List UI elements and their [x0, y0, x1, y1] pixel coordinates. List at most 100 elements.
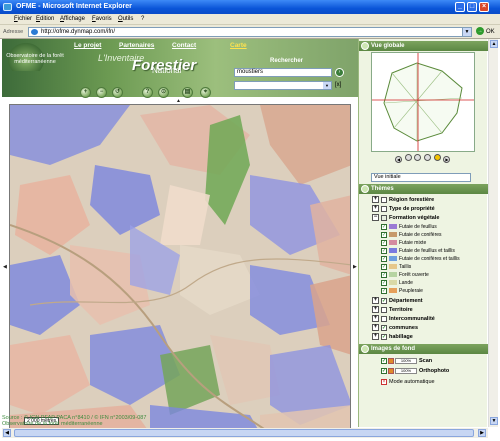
- print-icon[interactable]: ▤: [182, 87, 193, 98]
- search-result-select[interactable]: ▼: [234, 81, 332, 90]
- image-icon: [361, 345, 369, 353]
- formation-item[interactable]: ✓ Futaie de feuillus: [381, 223, 437, 231]
- formation-item[interactable]: ✓ Futaie mixte: [381, 239, 426, 247]
- scroll-down-icon[interactable]: ▼: [490, 417, 498, 425]
- opacity-scan[interactable]: 100%: [395, 357, 417, 364]
- close-button[interactable]: ×: [479, 2, 489, 12]
- swatch-8: [389, 288, 397, 294]
- formation-item[interactable]: ✓ Forêt ouverte: [381, 271, 429, 279]
- overview-map[interactable]: [371, 52, 475, 152]
- opacity-orthophoto[interactable]: 100%: [395, 367, 417, 374]
- nav-contact[interactable]: Contact: [172, 42, 196, 49]
- mode-auto-row[interactable]: × Mode automatique: [381, 378, 435, 386]
- overview-region-shape: [372, 53, 474, 151]
- map-canvas: [10, 105, 350, 431]
- swatch-0: [389, 224, 397, 230]
- nav-carte[interactable]: Carte: [230, 42, 247, 49]
- formation-item[interactable]: ✓ Lande: [381, 279, 413, 287]
- overview-nav: ◀ ▶: [395, 154, 451, 163]
- swatch-6: [389, 272, 397, 278]
- theme-departement[interactable]: + ✓ Département: [372, 297, 423, 305]
- scroll-right-icon[interactable]: ▶: [478, 429, 486, 437]
- search-label: Rechercher: [270, 58, 304, 64]
- theme-intercommunalite[interactable]: + Intercommunalité: [372, 315, 435, 323]
- close-x-icon: ×: [381, 378, 387, 385]
- menu-help[interactable]: ?: [141, 16, 144, 22]
- window-title: OFME - Microsoft Internet Explorer: [16, 3, 132, 10]
- address-dropdown-icon[interactable]: ▼: [462, 28, 471, 36]
- zoom-level-3-icon[interactable]: [424, 154, 432, 161]
- arrow-right-icon[interactable]: ▶: [443, 156, 451, 163]
- zoom-in-icon[interactable]: +: [80, 87, 91, 98]
- nav-le-projet[interactable]: Le projet: [74, 42, 101, 49]
- swatch-3: [389, 248, 397, 254]
- swatch-2: [389, 240, 397, 246]
- arrow-left-icon[interactable]: ◀: [395, 156, 402, 163]
- map-toolbar: + − ↺ ? ⊙ ▤ ⌖: [2, 87, 232, 100]
- theme-territoire[interactable]: + Territoire: [372, 306, 413, 314]
- globe-icon: [361, 42, 369, 50]
- themes-header: Thèmes: [359, 184, 488, 194]
- menu-fichier[interactable]: Fichier: [14, 16, 32, 22]
- horizontal-scrollbar[interactable]: ◀ ▶: [2, 428, 488, 438]
- vue-globale-header: Vue globale: [359, 41, 488, 51]
- swatch-4: [389, 256, 397, 262]
- swatch-5: [389, 264, 397, 270]
- go-button[interactable]: → OK: [476, 27, 498, 37]
- theme-communes[interactable]: + ✓ communes: [372, 324, 418, 332]
- scroll-thumb[interactable]: [14, 429, 474, 437]
- formation-item[interactable]: ✓ Futaie de feuillus et taillis: [381, 247, 455, 255]
- address-label: Adresse: [3, 29, 24, 35]
- scroll-up-icon[interactable]: ▲: [490, 40, 498, 48]
- vue-select[interactable]: Vue initiale: [371, 173, 471, 182]
- zoom-previous-icon[interactable]: ↺: [112, 87, 123, 98]
- menu-affichage[interactable]: Affichage: [60, 16, 85, 22]
- pan-west-arrow[interactable]: ◀: [3, 264, 7, 270]
- swatch-7: [389, 280, 397, 286]
- search-input[interactable]: moustiers: [234, 68, 332, 77]
- formation-item[interactable]: ✓ Peupleraie: [381, 287, 423, 295]
- vertical-scrollbar[interactable]: ▲ ▼: [488, 39, 498, 427]
- menu-outils[interactable]: Outils: [118, 16, 133, 22]
- scroll-left-icon[interactable]: ◀: [3, 429, 11, 437]
- maximize-button[interactable]: □: [467, 2, 477, 12]
- nav-partenaires[interactable]: Partenaires: [119, 42, 154, 49]
- map-view[interactable]: 2 000 mètres: [9, 104, 351, 432]
- search-clear-link[interactable]: [x]: [335, 82, 341, 88]
- address-field[interactable]: http://ofme.dynmap.com/ifn/ ▼: [28, 27, 472, 37]
- menu-bar: Fichier Edition Affichage Favoris Outils…: [0, 14, 500, 25]
- menu-favoris[interactable]: Favoris: [92, 16, 112, 22]
- theme-habillage[interactable]: + ✓ habillage: [372, 333, 413, 341]
- page-icon: [31, 29, 38, 35]
- address-url: http://ofme.dynmap.com/ifn/: [41, 29, 116, 35]
- search-go-icon[interactable]: ›: [335, 68, 344, 77]
- go-arrow-icon: →: [476, 27, 484, 36]
- map-source: Source : © IGN PFAP PACA n°8410 / © IFN …: [2, 415, 146, 427]
- address-bar: Adresse http://ofme.dynmap.com/ifn/ ▼ → O…: [0, 25, 500, 39]
- menu-edition[interactable]: Edition: [36, 16, 54, 22]
- formation-item[interactable]: ✓ Futaie de conifères et taillis: [381, 255, 460, 263]
- zoom-out-icon[interactable]: −: [96, 87, 107, 98]
- pan-east-arrow[interactable]: ▶: [353, 264, 357, 270]
- window-title-bar: OFME - Microsoft Internet Explorer _ □ ×: [0, 0, 500, 14]
- images-fond-header: Images de fond: [359, 344, 488, 354]
- theme-type-propriete[interactable]: + Type de propriété: [372, 205, 435, 213]
- zoom-level-1-icon[interactable]: [404, 154, 412, 161]
- theme-formation-vegetale[interactable]: − Formation végétale: [372, 214, 439, 222]
- theme-region-forestiere[interactable]: + Région forestière: [372, 196, 434, 204]
- web-page: Observatoire de la forêt méditerranéenne…: [2, 39, 488, 438]
- formation-item[interactable]: ✓ Futaie de conifères: [381, 231, 442, 239]
- zoom-level-4-icon[interactable]: [433, 154, 441, 161]
- source-observatoire: Observatoire de la forêt méditerranéenne: [2, 421, 103, 427]
- site-logo-text: Observatoire de la forêt méditerranéenne: [6, 53, 64, 65]
- measure-icon[interactable]: ⌖: [200, 87, 211, 98]
- formation-item[interactable]: ✓ Taillis: [381, 263, 411, 271]
- info-icon[interactable]: ?: [142, 87, 153, 98]
- zoom-level-2-icon[interactable]: [414, 154, 422, 161]
- minimize-button[interactable]: _: [455, 2, 465, 12]
- swatch-1: [389, 232, 397, 238]
- right-panel: Vue globale ◀ ▶ Vue initiale Thèmes + Rég…: [358, 39, 488, 427]
- fond-orthophoto-row[interactable]: ✓ 100% Orthophoto: [381, 367, 449, 375]
- full-extent-icon[interactable]: ⊙: [158, 87, 169, 98]
- fond-scan-row[interactable]: ✓ 100% Scan: [381, 357, 432, 365]
